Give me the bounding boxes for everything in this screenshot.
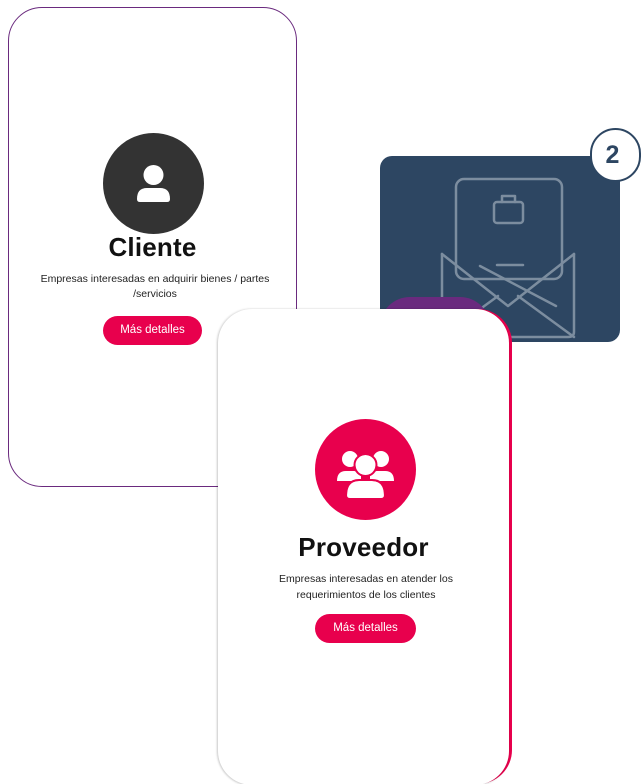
step-number-badge: 2 bbox=[590, 128, 641, 182]
cliente-details-button[interactable]: Más detalles bbox=[103, 316, 202, 345]
proveedor-details-button[interactable]: Más detalles bbox=[315, 614, 416, 643]
cliente-title: Cliente bbox=[108, 232, 197, 262]
stage: Cliente Empresas interesadas en adquirir… bbox=[0, 0, 641, 784]
proveedor-card[interactable]: Proveedor Empresas interesadas en atende… bbox=[218, 309, 509, 784]
cliente-description: Empresas interesadas en adquirir bienes … bbox=[40, 273, 270, 300]
proveedor-description: Empresas interesadas en atender los requ… bbox=[279, 573, 453, 601]
proveedor-title: Proveedor bbox=[298, 532, 429, 562]
user-icon bbox=[103, 133, 204, 234]
users-group-icon bbox=[315, 419, 416, 520]
